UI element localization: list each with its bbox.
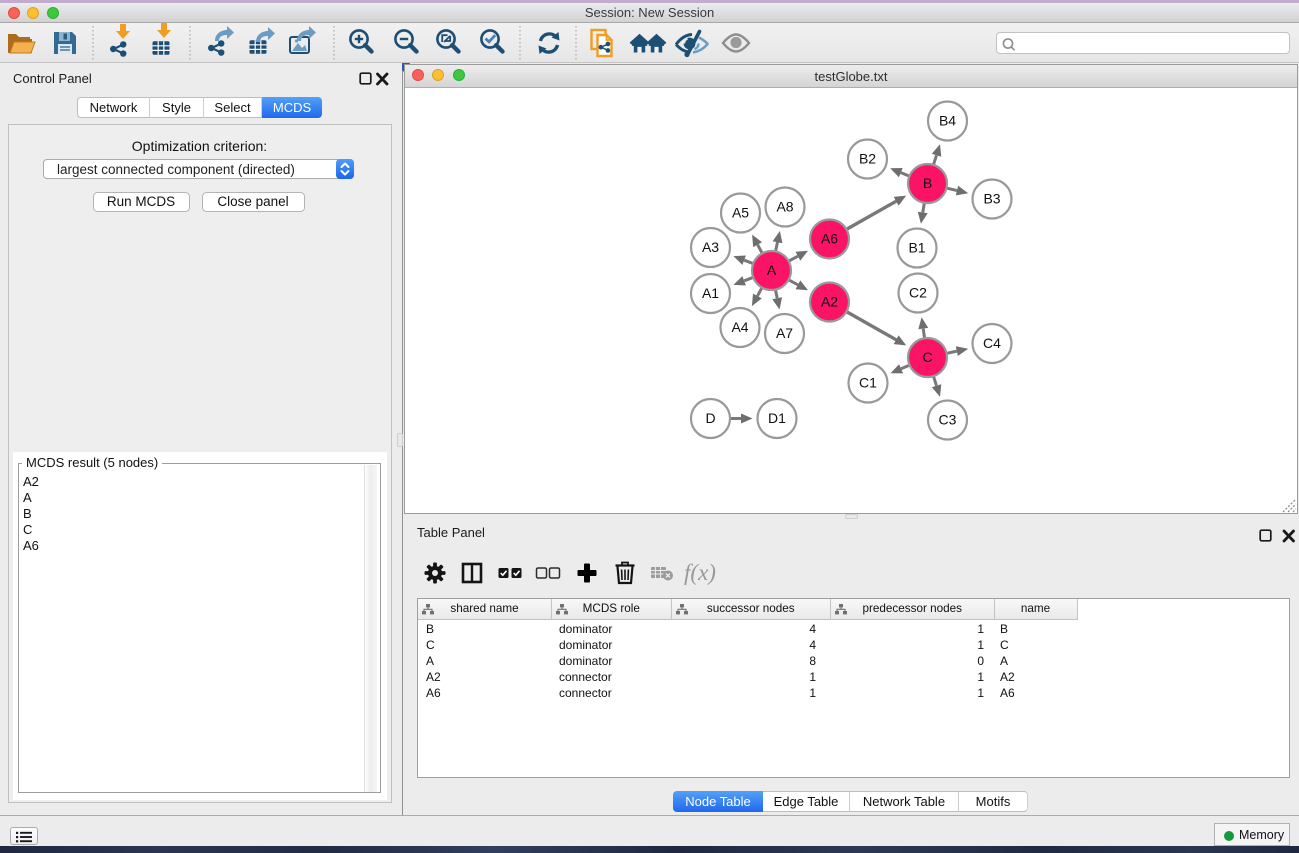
svg-text:A3: A3	[702, 239, 719, 255]
svg-text:C1: C1	[859, 375, 877, 391]
svg-text:f(x): f(x)	[684, 560, 716, 585]
svg-text:B4: B4	[939, 113, 956, 129]
svg-text:A6: A6	[821, 231, 838, 247]
svg-text:A5: A5	[732, 205, 749, 221]
svg-text:B: B	[923, 175, 932, 191]
svg-text:D1: D1	[768, 410, 786, 426]
svg-text:A1: A1	[702, 285, 719, 301]
svg-text:A4: A4	[731, 319, 748, 335]
svg-text:A: A	[767, 262, 777, 278]
svg-text:A8: A8	[776, 199, 793, 215]
svg-text:C4: C4	[983, 335, 1001, 351]
svg-text:A7: A7	[776, 325, 793, 341]
svg-text:C: C	[922, 349, 932, 365]
svg-text:D: D	[705, 410, 715, 426]
svg-text:B1: B1	[908, 240, 925, 256]
svg-text:C2: C2	[909, 285, 927, 301]
svg-text:B3: B3	[983, 191, 1000, 207]
svg-text:B2: B2	[859, 151, 876, 167]
svg-text:A2: A2	[821, 294, 838, 310]
svg-text:C3: C3	[939, 412, 957, 428]
